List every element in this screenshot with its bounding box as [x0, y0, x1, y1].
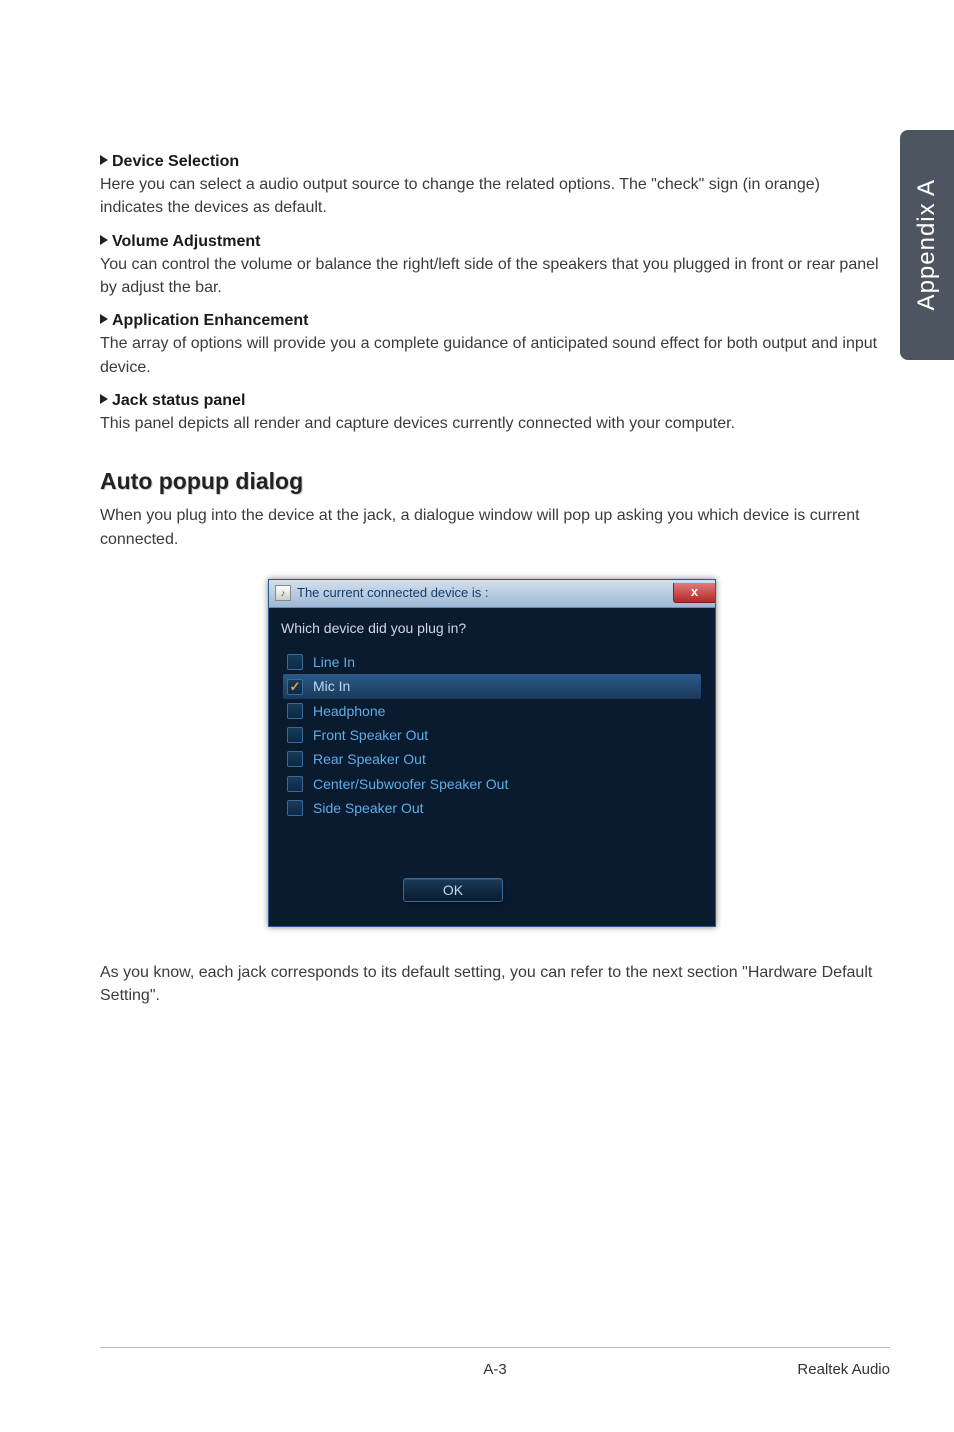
volume-adjustment-text: You can control the volume or balance th…	[100, 253, 884, 299]
footer-section: Realtek Audio	[797, 1361, 890, 1378]
checkbox-unchecked-icon	[287, 654, 303, 670]
ok-button[interactable]: OK	[403, 878, 503, 902]
device-option-mic-in[interactable]: Mic In	[283, 674, 701, 698]
close-icon: x	[691, 583, 698, 602]
sidebar-label: Appendix A	[913, 179, 941, 310]
page-footer: A-3 Realtek Audio	[100, 1361, 890, 1378]
triangle-icon	[100, 394, 108, 404]
list-item-label: Headphone	[313, 701, 385, 721]
checkbox-unchecked-icon	[287, 751, 303, 767]
checkbox-unchecked-icon	[287, 800, 303, 816]
list-item-label: Rear Speaker Out	[313, 749, 426, 769]
triangle-icon	[100, 155, 108, 165]
speaker-icon: ♪	[275, 585, 291, 601]
heading-auto-popup: Auto popup dialog	[100, 465, 884, 498]
closing-text: As you know, each jack corresponds to it…	[100, 961, 884, 1007]
list-item-label: Line In	[313, 652, 355, 672]
subheading-jack-status: Jack status panel	[112, 392, 245, 409]
subheading-application-enhancement: Application Enhancement	[112, 312, 308, 329]
subheading-volume-adjustment: Volume Adjustment	[112, 233, 260, 250]
device-list: Line In Mic In Headphone Front Speaker O…	[283, 650, 701, 820]
dialog-question: Which device did you plug in?	[281, 618, 701, 638]
dialog-title: The current connected device is :	[297, 584, 489, 603]
device-option-front-speaker[interactable]: Front Speaker Out	[283, 723, 701, 747]
jack-status-text: This panel depicts all render and captur…	[100, 412, 884, 435]
subheading-device-selection: Device Selection	[112, 153, 239, 170]
device-option-side-speaker[interactable]: Side Speaker Out	[283, 796, 701, 820]
dialog-titlebar: ♪ The current connected device is : x	[269, 580, 715, 608]
page-content: Device Selection Here you can select a a…	[0, 0, 954, 1008]
checkbox-unchecked-icon	[287, 727, 303, 743]
checkbox-checked-icon	[287, 679, 303, 695]
device-option-center-sub[interactable]: Center/Subwoofer Speaker Out	[283, 772, 701, 796]
checkbox-unchecked-icon	[287, 703, 303, 719]
triangle-icon	[100, 314, 108, 324]
list-item-label: Center/Subwoofer Speaker Out	[313, 774, 508, 794]
device-option-rear-speaker[interactable]: Rear Speaker Out	[283, 747, 701, 771]
footer-divider	[100, 1347, 890, 1348]
sidebar-appendix-tab: Appendix A	[900, 130, 954, 360]
list-item-label: Mic In	[313, 676, 350, 696]
device-option-line-in[interactable]: Line In	[283, 650, 701, 674]
device-option-headphone[interactable]: Headphone	[283, 699, 701, 723]
triangle-icon	[100, 235, 108, 245]
popup-dialog: ♪ The current connected device is : x Wh…	[268, 579, 716, 927]
page-number: A-3	[483, 1361, 506, 1378]
list-item-label: Front Speaker Out	[313, 725, 428, 745]
close-button[interactable]: x	[673, 583, 715, 603]
ok-label: OK	[443, 880, 463, 900]
checkbox-unchecked-icon	[287, 776, 303, 792]
list-item-label: Side Speaker Out	[313, 798, 424, 818]
auto-popup-text: When you plug into the device at the jac…	[100, 504, 884, 550]
application-enhancement-text: The array of options will provide you a …	[100, 332, 884, 378]
device-selection-text: Here you can select a audio output sourc…	[100, 173, 884, 219]
